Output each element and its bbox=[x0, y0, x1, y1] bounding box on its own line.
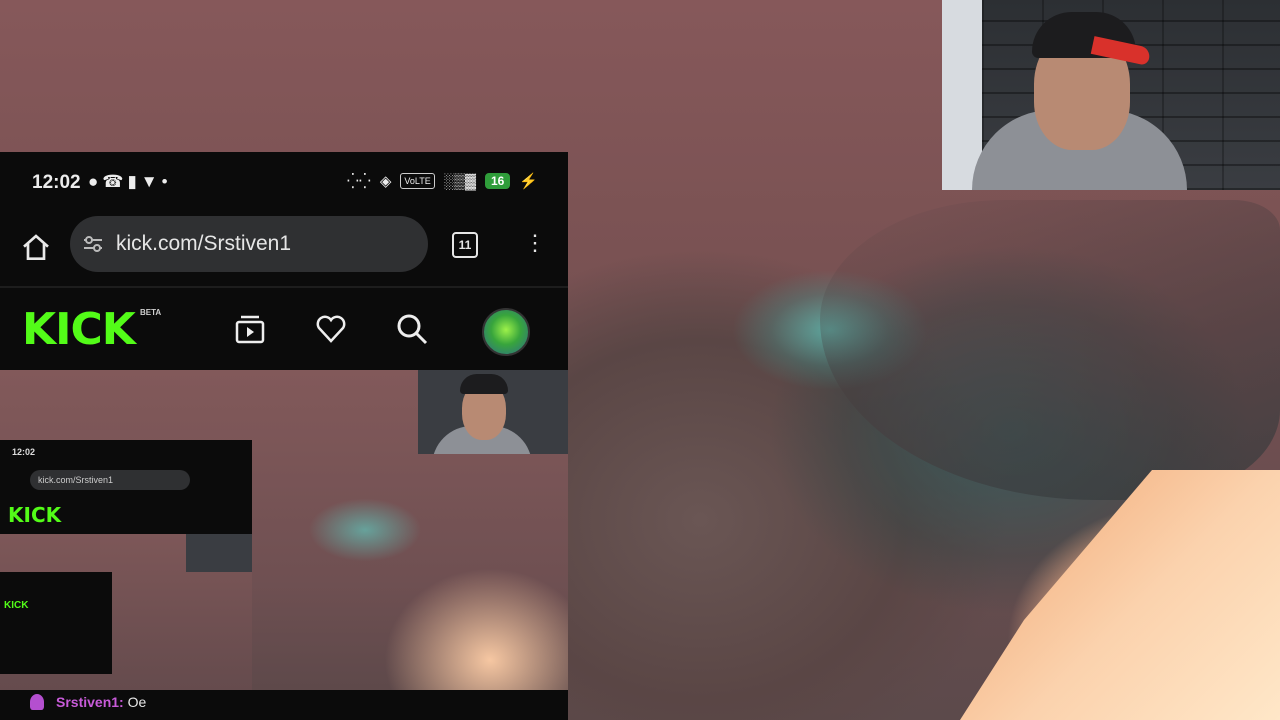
charging-icon: ⚡ bbox=[519, 173, 538, 190]
nested-toolbar: kick.com/Srstiven1 bbox=[0, 464, 252, 496]
search-icon[interactable] bbox=[395, 312, 429, 346]
url-text: kick.com/Srstiven1 bbox=[116, 232, 292, 255]
nested-status-bar: 12:02 bbox=[0, 440, 252, 464]
kick-beta-label: BETA bbox=[140, 308, 162, 317]
chat-strip: Srstiven1: Oe bbox=[0, 690, 568, 720]
phone-screenshot: 12:02 ●☎▮▼• ⁛⁛ ◈ VoLTE ░▒▓ 16 ⚡ kick.com… bbox=[0, 152, 568, 720]
kick-header: KICK BETA bbox=[0, 286, 568, 372]
nested-screenshot: 12:02 kick.com/Srstiven1 KICK KICK bbox=[0, 440, 252, 690]
site-settings-icon[interactable] bbox=[82, 235, 104, 253]
volte-icon: VoLTE bbox=[400, 173, 435, 189]
system-icons: ⁛⁛ ◈ VoLTE ░▒▓ 16 ⚡ bbox=[346, 172, 538, 191]
avatar[interactable] bbox=[482, 308, 530, 356]
chat-text: Oe bbox=[127, 694, 147, 710]
chat-username[interactable]: Srstiven1 bbox=[56, 694, 119, 710]
following-icon[interactable] bbox=[233, 312, 267, 346]
bars-icon: ░▒▓ bbox=[443, 172, 476, 190]
address-bar[interactable]: kick.com/Srstiven1 bbox=[70, 216, 428, 272]
nested-kick-logo: KICK bbox=[8, 503, 62, 527]
mini-cap bbox=[460, 374, 508, 394]
more-menu-icon[interactable]: ⋮ bbox=[524, 228, 546, 258]
nested-time: 12:02 bbox=[12, 447, 36, 457]
wifi-icon: ◈ bbox=[379, 173, 392, 190]
chat-message: Srstiven1: Oe bbox=[56, 694, 147, 710]
inner-kick-logo: KICK bbox=[4, 600, 29, 611]
webcam-overlay bbox=[942, 0, 1280, 190]
nested-url: kick.com/Srstiven1 bbox=[30, 470, 190, 490]
heart-icon[interactable] bbox=[314, 312, 348, 346]
nested-inner-screenshot: KICK bbox=[0, 572, 112, 674]
status-time: 12:02 bbox=[32, 172, 81, 193]
tab-switcher-button[interactable]: 11 bbox=[452, 232, 478, 258]
nested-kick-header: KICK bbox=[0, 496, 252, 534]
signal-icon: ⁛⁛ bbox=[346, 173, 371, 190]
battery-icon: 16 bbox=[484, 173, 511, 189]
status-bar: 12:02 ●☎▮▼• ⁛⁛ ◈ VoLTE ░▒▓ 16 ⚡ bbox=[0, 152, 568, 214]
home-icon[interactable] bbox=[20, 232, 52, 264]
chat-badge-icon bbox=[30, 694, 44, 710]
kick-logo[interactable]: KICK bbox=[22, 308, 136, 352]
notification-icons: ●☎▮▼• bbox=[88, 172, 172, 191]
browser-toolbar: kick.com/Srstiven1 11 ⋮ bbox=[0, 214, 568, 286]
mini-webcam bbox=[418, 370, 568, 454]
nested-webcam bbox=[186, 534, 252, 572]
